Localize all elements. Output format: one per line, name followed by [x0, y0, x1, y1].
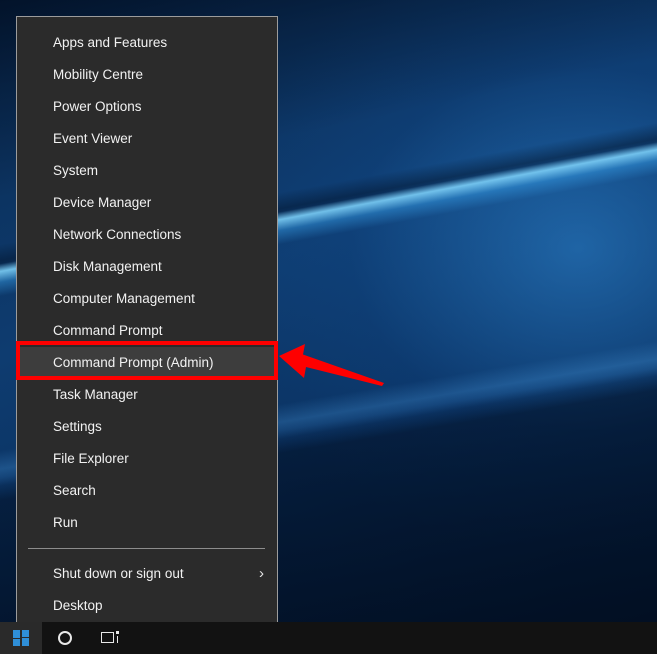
taskbar[interactable] — [0, 622, 657, 654]
menu-item-label: Settings — [53, 419, 102, 434]
menu-items-footer-container: Shut down or sign out › Desktop — [17, 558, 277, 622]
cortana-button[interactable] — [42, 622, 88, 654]
task-view-icon — [101, 630, 121, 646]
menu-item-label: Disk Management — [53, 259, 162, 274]
menu-item-label: File Explorer — [53, 451, 129, 466]
menu-item[interactable]: Power Options — [17, 91, 277, 123]
menu-item[interactable]: Run — [17, 507, 277, 539]
task-view-button[interactable] — [88, 622, 134, 654]
menu-item-label: Power Options — [53, 99, 142, 114]
start-button[interactable] — [0, 622, 42, 654]
menu-item[interactable]: Disk Management — [17, 251, 277, 283]
menu-item-label: Computer Management — [53, 291, 195, 306]
cortana-circle-icon — [58, 631, 72, 645]
menu-item-label: Device Manager — [53, 195, 152, 210]
menu-item-label: Desktop — [53, 598, 103, 613]
menu-item-label: System — [53, 163, 99, 178]
menu-item[interactable]: Settings — [17, 411, 277, 443]
menu-item-label: Task Manager — [53, 387, 138, 402]
menu-item[interactable]: Desktop — [17, 590, 277, 622]
menu-separator — [28, 548, 265, 549]
menu-item[interactable]: Command Prompt — [17, 315, 277, 347]
menu-item[interactable]: Search — [17, 475, 277, 507]
menu-item[interactable]: Command Prompt (Admin) — [17, 347, 277, 379]
menu-item-label: Run — [53, 515, 78, 530]
menu-item[interactable]: Network Connections — [17, 219, 277, 251]
menu-item-label: Shut down or sign out — [53, 566, 184, 581]
menu-item[interactable]: Event Viewer — [17, 123, 277, 155]
menu-item-label: Network Connections — [53, 227, 182, 242]
menu-item[interactable]: File Explorer — [17, 443, 277, 475]
power-user-menu[interactable]: Apps and Features Mobility Centre Power Op… — [16, 16, 278, 629]
menu-item[interactable]: Mobility Centre — [17, 59, 277, 91]
menu-item[interactable]: Shut down or sign out › — [17, 558, 277, 590]
menu-item[interactable]: System — [17, 155, 277, 187]
screen: Apps and Features Mobility Centre Power Op… — [0, 0, 657, 654]
menu-item-label: Search — [53, 483, 96, 498]
menu-item[interactable]: Computer Management — [17, 283, 277, 315]
menu-item-label: Command Prompt — [53, 323, 163, 338]
menu-item-label: Command Prompt (Admin) — [53, 355, 214, 370]
menu-item-label: Apps and Features — [53, 35, 168, 50]
windows-logo-icon — [12, 629, 30, 647]
menu-item-label: Mobility Centre — [53, 67, 144, 82]
chevron-right-icon: › — [259, 565, 264, 582]
menu-item[interactable]: Apps and Features — [17, 27, 277, 59]
menu-item[interactable]: Device Manager — [17, 187, 277, 219]
menu-items-container: Apps and Features Mobility Centre Power Op… — [17, 27, 277, 539]
menu-item[interactable]: Task Manager — [17, 379, 277, 411]
menu-item-label: Event Viewer — [53, 131, 133, 146]
